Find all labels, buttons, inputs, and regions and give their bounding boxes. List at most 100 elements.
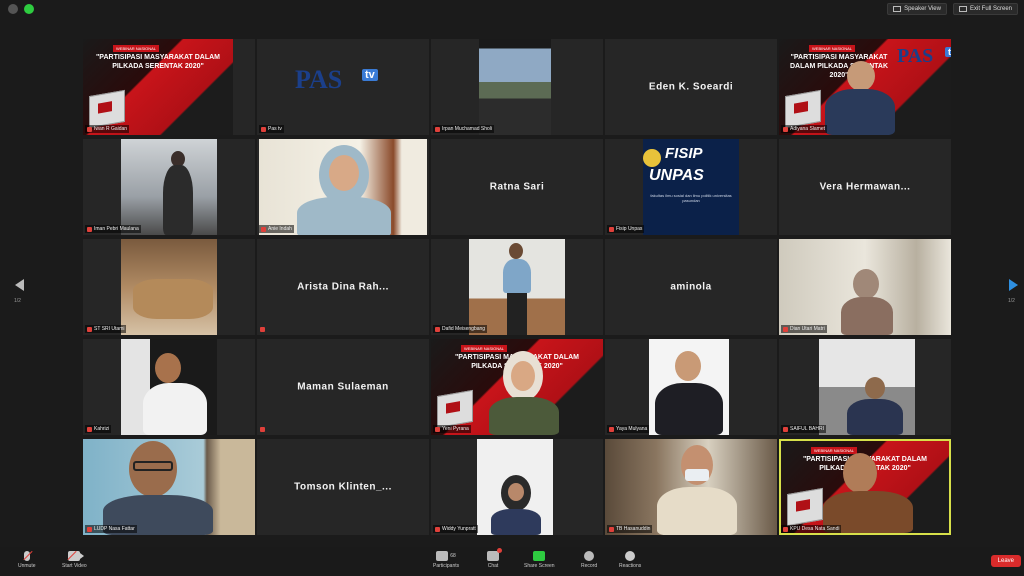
- info-icon[interactable]: [8, 4, 18, 14]
- participant-tile[interactable]: SAIFUL BAHRI: [779, 339, 951, 435]
- participant-tile[interactable]: Dafid Meisengbang: [431, 239, 603, 335]
- participant-tile[interactable]: WEBINAR NASIONAL "PARTISIPASI MASYARAKAT…: [83, 39, 255, 135]
- security-shield-icon[interactable]: [24, 4, 34, 14]
- pas-logo: PAS: [897, 45, 934, 67]
- share-screen-button[interactable]: Share Screen: [524, 551, 555, 569]
- muted-mic-icon: [260, 427, 265, 432]
- muted-mic-icon: [87, 426, 92, 432]
- muted-mic-icon: [435, 326, 440, 332]
- person-body: [847, 399, 903, 435]
- participant-tile[interactable]: Anie Indah: [257, 139, 429, 235]
- person-head: [853, 269, 879, 299]
- participant-tile-active-speaker[interactable]: WEBINAR NASIONAL "PARTISIPASI MASYARAKAT…: [779, 439, 951, 535]
- muted-mic-icon: [261, 226, 266, 232]
- muted-mic-icon: [87, 226, 92, 232]
- start-video-button[interactable]: Start Video: [62, 550, 87, 569]
- participant-tile[interactable]: Arista Dina Rah...: [257, 239, 429, 335]
- participant-name: aminola: [670, 281, 712, 293]
- participant-label: Anie Indah: [259, 225, 294, 233]
- muted-mic-icon: [609, 526, 614, 532]
- muted-mic-icon: [87, 126, 92, 132]
- participant-label: Dian Utari Matri: [781, 325, 827, 333]
- participant-tile[interactable]: Iman Pebri Maulana: [83, 139, 255, 235]
- person-body: [655, 383, 723, 435]
- participant-label: LUDP Nasa Fattar: [85, 525, 137, 533]
- participant-tile[interactable]: Yaya Mulyana: [605, 339, 777, 435]
- notification-badge: [497, 548, 502, 553]
- muted-mic-icon: [260, 327, 265, 332]
- participant-label: Adiyana Slamet: [781, 125, 828, 133]
- gallery-grid: WEBINAR NASIONAL "PARTISIPASI MASYARAKAT…: [83, 39, 951, 538]
- fisip-logo-text: FISIP: [665, 145, 703, 162]
- muted-mic-icon: [609, 426, 614, 432]
- participant-label: Yaya Mulyana: [607, 425, 650, 433]
- exit-fullscreen-icon: [958, 6, 967, 12]
- person-head: [329, 155, 359, 191]
- participant-tile[interactable]: aminola: [605, 239, 777, 335]
- exit-fullscreen-button[interactable]: Exit Full Screen: [952, 3, 1018, 15]
- unmute-button[interactable]: Unmute: [18, 550, 36, 569]
- participant-label: Fisip Unpas: [607, 225, 645, 233]
- participant-tile[interactable]: LUDP Nasa Fattar: [83, 439, 255, 535]
- university-emblem-icon: [643, 149, 661, 167]
- ballot-box-icon: [89, 89, 125, 129]
- muted-mic-icon: [783, 526, 788, 532]
- camera-off-icon: [67, 550, 85, 561]
- participant-tile[interactable]: Ratna Sari: [431, 139, 603, 235]
- person-head: [509, 243, 523, 259]
- record-button[interactable]: Record: [581, 551, 597, 569]
- participant-tile[interactable]: Tomson Klinten_...: [257, 439, 429, 535]
- participant-name: Eden K. Soeardi: [648, 81, 734, 93]
- previous-page-arrow-icon[interactable]: [15, 279, 24, 291]
- participants-button[interactable]: 68 Participants: [433, 551, 459, 569]
- leave-button[interactable]: Leave: [990, 555, 1021, 567]
- participant-label: Widdy Yunpratt: [433, 525, 478, 533]
- participant-tile[interactable]: ST SRI Utami: [83, 239, 255, 335]
- participant-tile[interactable]: WEBINAR NASIONAL "PARTISIPASI MASYARAKAT…: [779, 39, 951, 135]
- ballot-box-icon: [437, 389, 473, 429]
- chat-icon: [487, 548, 502, 561]
- speaker-view-button[interactable]: Speaker View: [887, 3, 947, 15]
- person-body: [163, 165, 193, 235]
- participant-tile[interactable]: Irpan Muchamad Sholi: [431, 39, 603, 135]
- next-page-arrow-icon[interactable]: [1009, 279, 1018, 291]
- participant-tile[interactable]: Eden K. Soeardi: [605, 39, 777, 135]
- participant-tile[interactable]: Kahrizi: [83, 339, 255, 435]
- ballot-box-icon: [785, 89, 821, 129]
- person-head: [508, 483, 524, 501]
- chat-button[interactable]: Chat: [487, 548, 502, 569]
- participants-count: 68: [450, 553, 456, 559]
- muted-mic-icon: [783, 326, 788, 332]
- participant-label: Irpan Muchamad Sholi: [433, 125, 495, 133]
- person-body: [297, 197, 391, 235]
- participant-tile[interactable]: Maman Sulaeman: [257, 339, 429, 435]
- participant-tile[interactable]: WEBINAR NASIONAL "PARTISIPASI MASYARAKAT…: [431, 339, 603, 435]
- muted-mic-icon: [87, 526, 92, 532]
- participant-tile[interactable]: Vera Hermawan...: [779, 139, 951, 235]
- tv-logo: tv: [362, 69, 378, 81]
- muted-mic-icon: [435, 426, 440, 432]
- window-top-bar: Speaker View Exit Full Screen: [0, 0, 1024, 20]
- participant-tile[interactable]: FISIP UNPAS fakultas ilmu sosial dan ilm…: [605, 139, 777, 235]
- participant-tile[interactable]: Dian Utari Matri: [779, 239, 951, 335]
- participant-tile[interactable]: PAS tv Pas tv: [257, 39, 429, 135]
- webinar-banner: WEBINAR NASIONAL "PARTISIPASI MASYARAKAT…: [83, 39, 233, 135]
- participant-tile[interactable]: TB Hasanuddin: [605, 439, 777, 535]
- person-head: [865, 377, 885, 399]
- participant-label: ST SRI Utami: [85, 325, 127, 333]
- reactions-button[interactable]: Reactions: [619, 551, 641, 569]
- person-body: [489, 397, 559, 435]
- participant-label: Kahrizi: [85, 425, 112, 433]
- participant-name: Ratna Sari: [489, 181, 545, 193]
- muted-mic-icon: [783, 426, 788, 432]
- share-screen-icon: [533, 551, 546, 561]
- person-legs: [507, 293, 527, 335]
- participant-name: Maman Sulaeman: [297, 381, 389, 393]
- reactions-icon: [625, 551, 636, 561]
- muted-mic-icon: [87, 326, 92, 332]
- person-body: [143, 383, 207, 435]
- person-head: [847, 61, 875, 91]
- participant-tile[interactable]: Widdy Yunpratt: [431, 439, 603, 535]
- unpas-logo-text: UNPAS: [649, 167, 704, 184]
- participant-label: Iwan R Gaidan: [85, 125, 130, 133]
